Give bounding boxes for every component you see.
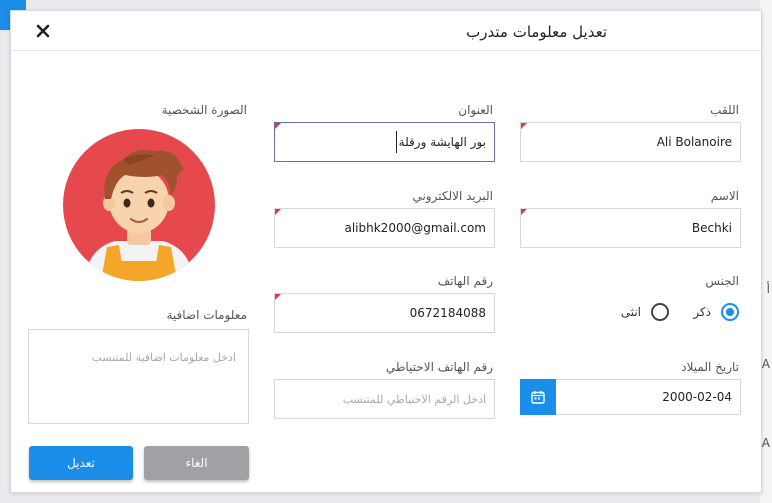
- phone-input[interactable]: 0672184088: [274, 293, 495, 333]
- backup-phone-label: رقم الهاتف الاحتياطي: [385, 360, 493, 374]
- close-icon[interactable]: [35, 23, 51, 39]
- radio-female[interactable]: [651, 303, 669, 321]
- dialog-header: تعديل معلومات متدرب: [11, 11, 761, 51]
- cancel-button[interactable]: الغاء: [144, 446, 249, 480]
- background-text: A: [761, 436, 770, 450]
- ism-input[interactable]: Bechki: [520, 208, 741, 248]
- email-label: البريد الالكتروني: [412, 189, 493, 203]
- address-label: العنوان: [458, 103, 493, 117]
- gender-label: الجنس: [705, 274, 739, 288]
- background-text: A: [761, 357, 770, 371]
- laqab-input[interactable]: Ali Bolanoire: [520, 122, 741, 162]
- phone-label: رقم الهاتف: [437, 274, 493, 288]
- photo-label: الصورة الشخصية: [161, 103, 247, 117]
- birth-date-label: تاريخ الميلاد: [681, 360, 739, 374]
- dialog-title: تعديل معلومات متدرب: [466, 23, 607, 41]
- laqab-label: اللقب: [710, 103, 739, 117]
- edit-trainee-dialog: تعديل معلومات متدرب اللقب Ali Bolanoire …: [10, 10, 762, 493]
- calendar-icon[interactable]: [520, 379, 556, 415]
- submit-button[interactable]: تعديل: [29, 446, 133, 480]
- avatar[interactable]: [63, 129, 215, 285]
- text-caret: [395, 131, 397, 153]
- backup-phone-input[interactable]: ادخل الرقم الاحتياطي للمتنسب: [274, 379, 495, 419]
- extra-info-label: معلومات اضافية: [166, 308, 247, 322]
- email-input[interactable]: alibhk2000@gmail.com: [274, 208, 495, 248]
- gender-female-label: انثى: [620, 305, 641, 319]
- gender-option-female[interactable]: انثى: [621, 303, 669, 321]
- gender-male-label: ذكر: [693, 305, 711, 319]
- radio-male[interactable]: [721, 303, 739, 321]
- address-input[interactable]: بور الهايشة ورقلة: [274, 122, 495, 162]
- ism-label: الاسم: [710, 189, 739, 203]
- background-divider: [0, 30, 10, 31]
- gender-option-male[interactable]: ذكر: [693, 303, 739, 321]
- background-text: أ: [766, 282, 770, 296]
- extra-info-textarea[interactable]: ادخل معلومات اضافية للمتنسب: [28, 329, 249, 424]
